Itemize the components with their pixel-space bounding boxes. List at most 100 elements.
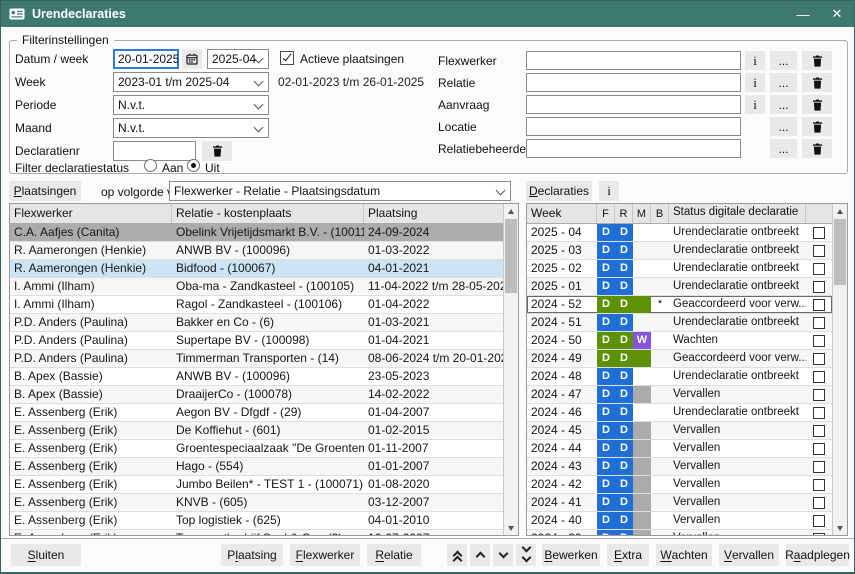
previous-record-button[interactable] [470,544,490,566]
row-checkbox[interactable] [813,227,825,239]
plaatsing-row[interactable]: C.A. Aafjes (Canita)Obelink Vrijetijdsma… [10,224,503,242]
wachten-button[interactable]: Wachten [656,544,712,566]
scrollbar-thumb[interactable] [505,219,517,293]
relatie-clear-button[interactable] [802,73,832,92]
row-checkbox[interactable] [813,497,825,509]
declaratie-row[interactable]: 2024 - 40DDVervallen [527,512,832,530]
locatie-input[interactable] [526,117,741,136]
row-checkbox[interactable] [813,299,825,311]
row-checkbox[interactable] [813,389,825,401]
flexwerker-info-button[interactable]: i [745,51,765,70]
relatie-browse-button[interactable]: ... [770,73,797,92]
aanvraag-info-button[interactable]: i [745,95,765,114]
plaatsing-button[interactable]: Plaatsing [221,544,283,566]
extra-button[interactable]: Extra [607,544,649,566]
plaatsing-row[interactable]: E. Assenberg (Erik)Groentespeciaalzaak "… [10,440,503,458]
relatiebeheerder-clear-button[interactable] [802,139,832,158]
plaatsing-row[interactable]: B. Apex (Bassie)DraaijerCo - (100078)14-… [10,386,503,404]
column-header-status[interactable]: Status digitale declaratie [669,204,806,223]
plaatsing-row[interactable]: R. Aamerongen (Henkie)Bidfood - (100067)… [10,260,503,278]
date-input[interactable]: 20-01-2025 [113,49,179,69]
declaratie-row[interactable]: 2025 - 01DDUrendeclaratie ontbreekt [527,278,832,296]
declaratie-row[interactable]: 2024 - 42DDVervallen [527,476,832,494]
declaraties-info-button[interactable]: i [599,181,619,201]
declaratienr-clear-button[interactable] [202,141,232,161]
scroll-down-button[interactable] [833,521,847,535]
flexwerker-browse-button[interactable]: ... [770,51,797,70]
scroll-up-button[interactable] [504,204,518,218]
plaatsing-row[interactable]: B. Apex (Bassie)ANWB BV - (100096)23-05-… [10,368,503,386]
declaratienr-input[interactable] [113,141,196,161]
datum-week-select[interactable]: 2025-04 [207,49,269,69]
status-uit-radio[interactable] [187,159,200,172]
last-record-button[interactable] [516,544,536,566]
declaratie-row[interactable]: 2024 - 41DDVervallen [527,494,832,512]
relatiebeheerder-browse-button[interactable]: ... [770,139,797,158]
scroll-up-button[interactable] [833,204,847,218]
declaratie-row[interactable]: 2025 - 02DDUrendeclaratie ontbreekt [527,260,832,278]
scrollbar-thumb[interactable] [834,219,846,285]
relatiebeheerder-input[interactable] [526,139,741,158]
row-checkbox[interactable] [813,371,825,383]
declaratie-row[interactable]: 2024 - 48DDUrendeclaratie ontbreekt [527,368,832,386]
flexwerker-input[interactable] [526,51,741,70]
row-checkbox[interactable] [813,245,825,257]
declaratie-row[interactable]: 2024 - 39DDVervallen [527,530,832,535]
declaratie-row[interactable]: 2025 - 03DDUrendeclaratie ontbreekt [527,242,832,260]
plaatsing-row[interactable]: E. Assenberg (Erik)Hago - (554)01-01-200… [10,458,503,476]
first-record-button[interactable] [447,544,467,566]
column-header-flexwerker[interactable]: Flexwerker [10,204,172,223]
row-checkbox[interactable] [813,335,825,347]
calendar-button[interactable] [182,49,202,69]
row-checkbox[interactable] [813,263,825,275]
aanvraag-clear-button[interactable] [802,95,832,114]
column-header-r[interactable]: R [615,204,633,223]
locatie-clear-button[interactable] [802,117,832,136]
plaatsing-row[interactable]: E. Assenberg (Erik)Jumbo Beilen* - TEST … [10,476,503,494]
flexwerker-clear-button[interactable] [802,51,832,70]
plaatsing-row[interactable]: E. Assenberg (Erik)Aegon BV - Dfgdf - (2… [10,404,503,422]
plaatsing-row[interactable]: P.D. Anders (Paulina)Bakker en Co - (6)0… [10,314,503,332]
locatie-browse-button[interactable]: ... [770,117,797,136]
plaatsing-row[interactable]: P.D. Anders (Paulina)Supertape BV - (100… [10,332,503,350]
vervallen-button[interactable]: Vervallen [719,544,779,566]
declaratie-row[interactable]: 2024 - 47DDVervallen [527,386,832,404]
next-record-button[interactable] [493,544,513,566]
status-aan-radio[interactable] [144,159,157,172]
row-checkbox[interactable] [813,353,825,365]
actieve-plaatsingen-checkbox[interactable] [280,51,294,65]
relatie-info-button[interactable]: i [745,73,765,92]
maand-select[interactable]: N.v.t. [113,118,269,138]
relatie-button[interactable]: Relatie [367,544,421,566]
plaatsingen-scrollbar[interactable] [503,204,518,535]
column-header-plaatsing[interactable]: Plaatsing [364,204,503,223]
relatie-input[interactable] [526,73,741,92]
periode-select[interactable]: N.v.t. [113,95,269,115]
declaratie-row[interactable]: 2024 - 52DD*Geaccordeerd voor verw... [527,296,832,314]
declaratie-row[interactable]: 2024 - 51DDUrendeclaratie ontbreekt [527,314,832,332]
plaatsing-row[interactable]: P.D. Anders (Paulina)Timmerman Transport… [10,350,503,368]
order-select[interactable]: Flexwerker - Relatie - Plaatsingsdatum [169,181,511,201]
column-header-b[interactable]: B [651,204,669,223]
column-header-f[interactable]: F [597,204,615,223]
declaratie-row[interactable]: 2024 - 45DDVervallen [527,422,832,440]
row-checkbox[interactable] [813,515,825,527]
aanvraag-browse-button[interactable]: ... [770,95,797,114]
week-select[interactable]: 2023-01 t/m 2025-04 [113,72,269,92]
row-checkbox[interactable] [813,425,825,437]
row-checkbox[interactable] [813,533,825,536]
declaraties-section-button[interactable]: Declaraties [526,181,592,201]
scroll-down-button[interactable] [504,521,518,535]
close-button[interactable]: ✕ [820,1,854,27]
declaratie-row[interactable]: 2024 - 50DDWWachten [527,332,832,350]
row-checkbox[interactable] [813,407,825,419]
declaratie-row[interactable]: 2024 - 44DDVervallen [527,440,832,458]
plaatsing-row[interactable]: E. Assenberg (Erik)Transportbedrijf Snel… [10,530,503,535]
aanvraag-input[interactable] [526,95,741,114]
flexwerker-button[interactable]: Flexwerker [290,544,360,566]
column-header-relatie-kostenplaats[interactable]: Relatie - kostenplaats [172,204,364,223]
declaratie-row[interactable]: 2024 - 43DDVervallen [527,458,832,476]
column-header-m[interactable]: M [633,204,651,223]
declaraties-scrollbar[interactable] [832,204,847,535]
raadplegen-button[interactable]: Raadplegen [786,544,849,566]
